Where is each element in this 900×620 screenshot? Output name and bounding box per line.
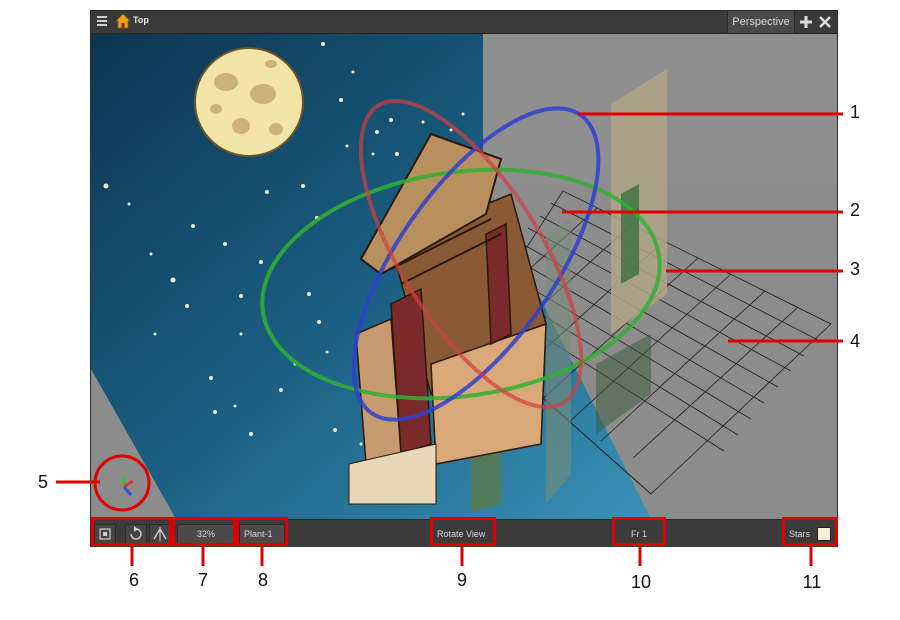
callout-box-6 xyxy=(91,517,172,546)
add-view-icon[interactable] xyxy=(799,15,813,29)
scene-viewport[interactable] xyxy=(91,34,837,519)
callout-number-4: 4 xyxy=(849,331,860,351)
callout-number-6: 6 xyxy=(128,570,139,590)
breadcrumb[interactable]: Top xyxy=(133,15,149,25)
callout-number-5: 5 xyxy=(37,472,48,492)
menu-icon[interactable] xyxy=(96,14,110,28)
callout-box-10 xyxy=(612,517,666,546)
callout-box-8 xyxy=(236,517,288,546)
callout-box-11 xyxy=(782,517,838,546)
callout-box-7 xyxy=(172,517,236,546)
close-icon[interactable] xyxy=(818,15,832,29)
callout-number-7: 7 xyxy=(197,570,208,590)
tab-perspective[interactable]: Perspective xyxy=(727,11,795,33)
camera-view-window: Top Perspective 32% Plant-1 Rotate View … xyxy=(90,10,838,547)
callout-number-11: 11 xyxy=(802,572,822,592)
callout-number-1: 1 xyxy=(849,102,860,122)
moon xyxy=(194,47,304,157)
scene-canvas[interactable] xyxy=(91,34,837,519)
home-icon[interactable] xyxy=(115,13,131,29)
callout-number-9: 9 xyxy=(456,570,467,590)
callout-number-10: 10 xyxy=(630,572,652,592)
callout-box-9 xyxy=(430,517,496,546)
title-bar: Top Perspective xyxy=(91,11,837,34)
callout-number-8: 8 xyxy=(257,570,268,590)
callout-number-3: 3 xyxy=(849,259,860,279)
callout-number-2: 2 xyxy=(849,200,860,220)
